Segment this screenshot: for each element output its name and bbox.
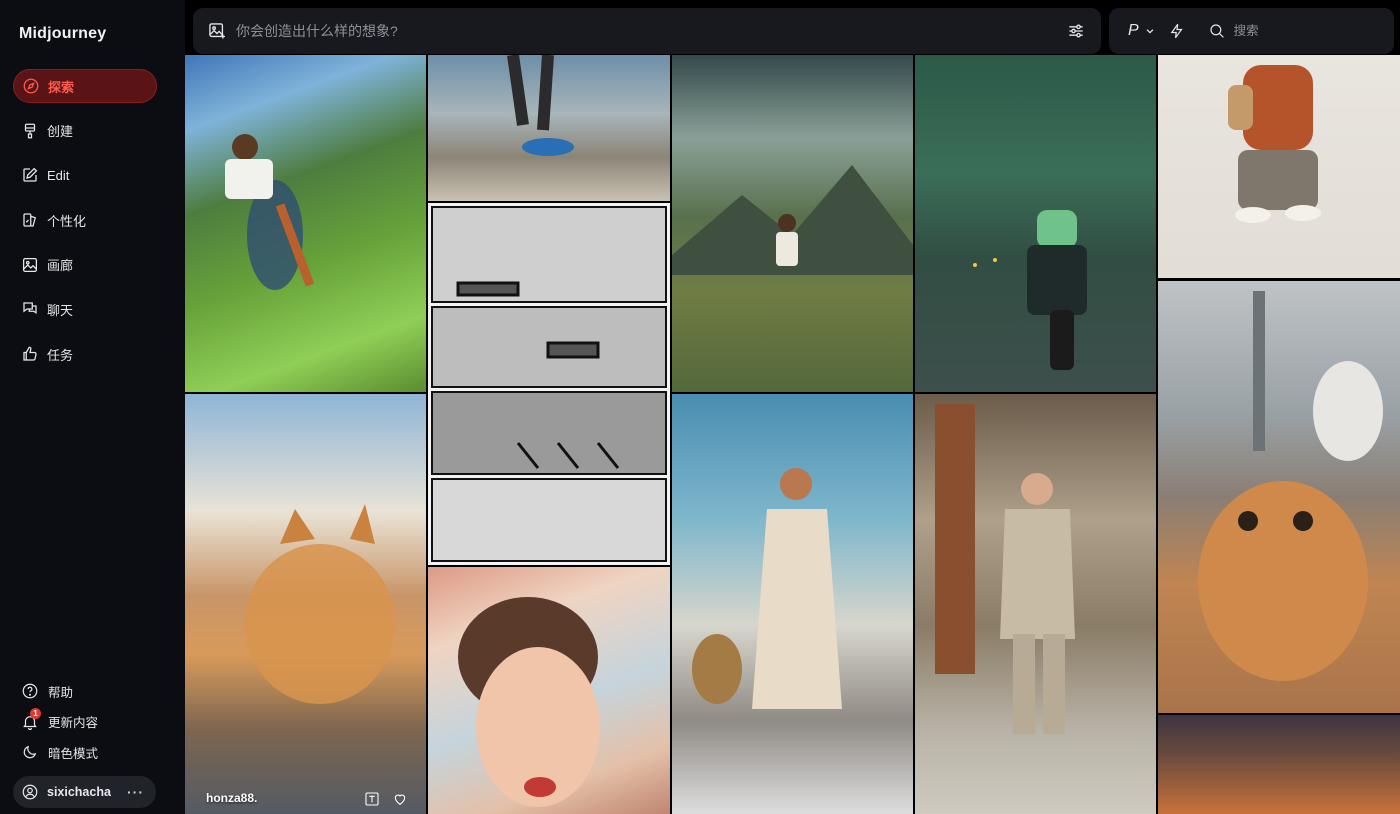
p-label: P bbox=[1128, 22, 1139, 39]
sidebar-bottom: 帮助 1 更新内容 暗色模式 bbox=[13, 680, 157, 772]
knitted-doll-art bbox=[1228, 65, 1321, 223]
settings-sliders-icon[interactable] bbox=[1063, 18, 1089, 44]
image-actions bbox=[364, 791, 408, 807]
personalize-icon bbox=[21, 211, 39, 229]
boy-figure-art bbox=[225, 134, 315, 290]
moon-icon bbox=[21, 743, 39, 761]
search-icon bbox=[1208, 22, 1226, 40]
image-author[interactable]: honza88. bbox=[206, 791, 257, 805]
brand-logo[interactable]: Midjourney bbox=[19, 25, 106, 43]
top-right-toolbar: P bbox=[1109, 8, 1394, 54]
gallery-image-retro-woman-portrait[interactable] bbox=[428, 567, 670, 814]
chevron-down-icon bbox=[1145, 26, 1155, 36]
gallery-image-moped-night-road[interactable] bbox=[915, 55, 1156, 392]
moped-rider-art bbox=[973, 210, 1087, 370]
image-icon bbox=[21, 256, 39, 274]
help-label: 帮助 bbox=[48, 685, 74, 700]
more-options-icon[interactable]: ··· bbox=[127, 784, 144, 800]
gallery-image-knitted-doll[interactable] bbox=[1158, 55, 1400, 278]
child-valley-art bbox=[672, 165, 913, 275]
personalization-toggle[interactable]: P bbox=[1128, 22, 1155, 40]
nav-label: 个性化 bbox=[47, 213, 87, 229]
gallery-image-warm-closeup[interactable] bbox=[1158, 715, 1400, 814]
image-upload-icon[interactable] bbox=[207, 21, 227, 41]
gallery-image-old-man-mall[interactable] bbox=[915, 394, 1156, 814]
nav-chat[interactable]: 聊天 bbox=[13, 292, 157, 326]
updates-label: 更新内容 bbox=[48, 716, 99, 730]
gallery-image-child-mountain-valley[interactable] bbox=[672, 55, 913, 392]
manga-panels-art bbox=[431, 206, 667, 562]
dark-mode-toggle[interactable]: 暗色模式 bbox=[13, 741, 157, 763]
gallery-image-giant-cat[interactable]: honza88. bbox=[185, 394, 426, 814]
nav-label: 画廊 bbox=[47, 258, 74, 274]
nav-label: 聊天 bbox=[47, 302, 74, 318]
sidebar: Midjourney 探索 创建 Edit 个性化 画廊 聊天 任务 帮助 1 … bbox=[0, 0, 185, 814]
user-icon bbox=[21, 783, 39, 801]
nav-tasks[interactable]: 任务 bbox=[13, 337, 157, 371]
thumbs-up-icon bbox=[21, 345, 39, 363]
updates-link[interactable]: 1 更新内容 bbox=[13, 707, 157, 733]
dark-mode-label: 暗色模式 bbox=[48, 746, 99, 761]
bell-icon: 1 bbox=[21, 707, 41, 731]
brush-icon bbox=[21, 122, 39, 140]
heart-icon[interactable] bbox=[392, 791, 408, 807]
nav-label: 探索 bbox=[48, 79, 75, 95]
nav-gallery[interactable]: 画廊 bbox=[13, 248, 157, 282]
prompt-bar bbox=[193, 8, 1101, 54]
compass-icon bbox=[22, 77, 40, 95]
username: sixichacha bbox=[47, 785, 111, 799]
user-menu[interactable]: sixichacha ··· bbox=[13, 776, 156, 808]
nav-personalize[interactable]: 个性化 bbox=[13, 203, 157, 237]
edit-icon bbox=[21, 166, 39, 184]
help-icon bbox=[21, 682, 39, 700]
gallery-image-hoverboard-street[interactable] bbox=[428, 55, 670, 201]
explore-gallery: honza88. bbox=[185, 0, 1400, 814]
chat-icon bbox=[21, 300, 39, 318]
fashion-figure-art bbox=[692, 468, 842, 709]
gallery-image-cats-city-tower[interactable] bbox=[1158, 281, 1400, 713]
lightning-icon[interactable] bbox=[1168, 22, 1186, 40]
cats-art bbox=[1198, 291, 1383, 681]
help-link[interactable]: 帮助 bbox=[13, 680, 157, 702]
nav-explore[interactable]: 探索 bbox=[13, 69, 157, 103]
woman-portrait-art bbox=[458, 597, 600, 807]
gallery-image-manga-panels[interactable] bbox=[428, 203, 670, 565]
hoverboard-art bbox=[507, 55, 574, 156]
nav-label: Edit bbox=[47, 167, 70, 183]
nav-edit[interactable]: Edit bbox=[13, 158, 157, 192]
gallery-image-fashion-crosswalk[interactable] bbox=[672, 394, 913, 814]
prompt-input[interactable] bbox=[236, 23, 1063, 39]
nav-label: 任务 bbox=[47, 347, 74, 363]
search-input[interactable] bbox=[1233, 24, 1354, 38]
nav-create[interactable]: 创建 bbox=[13, 114, 157, 148]
gallery-image-boy-running-slope[interactable] bbox=[185, 55, 426, 392]
text-prompt-icon[interactable] bbox=[364, 791, 380, 807]
nav-label: 创建 bbox=[47, 124, 74, 140]
main-nav: 探索 创建 Edit 个性化 画廊 聊天 任务 bbox=[13, 69, 157, 382]
notification-badge: 1 bbox=[30, 707, 41, 719]
cat-figure-art bbox=[245, 504, 395, 704]
old-man-art bbox=[935, 404, 1075, 734]
